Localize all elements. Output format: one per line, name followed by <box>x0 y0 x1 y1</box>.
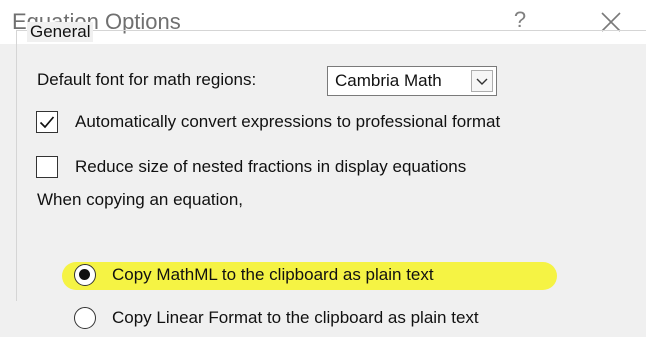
reduce-size-checkbox[interactable] <box>36 156 58 178</box>
dropdown-button[interactable] <box>471 70 493 92</box>
chevron-down-icon <box>476 78 488 85</box>
copy-mathml-label[interactable]: Copy MathML to the clipboard as plain te… <box>112 265 434 285</box>
radio-selected-dot <box>79 269 90 280</box>
general-group-label: General <box>27 22 94 42</box>
default-font-label: Default font for math regions: <box>37 70 257 89</box>
default-font-select[interactable]: Cambria Math <box>327 66 497 96</box>
default-font-value: Cambria Math <box>335 71 442 90</box>
reduce-size-label[interactable]: Reduce size of nested fractions in displ… <box>75 157 466 177</box>
copy-linear-radio[interactable] <box>74 307 96 329</box>
copy-mathml-radio[interactable] <box>74 264 96 286</box>
copying-label: When copying an equation, <box>37 190 244 209</box>
auto-convert-checkbox[interactable] <box>36 111 58 133</box>
auto-convert-label[interactable]: Automatically convert expressions to pro… <box>75 112 500 132</box>
checkmark-icon <box>39 116 55 129</box>
copy-linear-label[interactable]: Copy Linear Format to the clipboard as p… <box>112 308 479 328</box>
